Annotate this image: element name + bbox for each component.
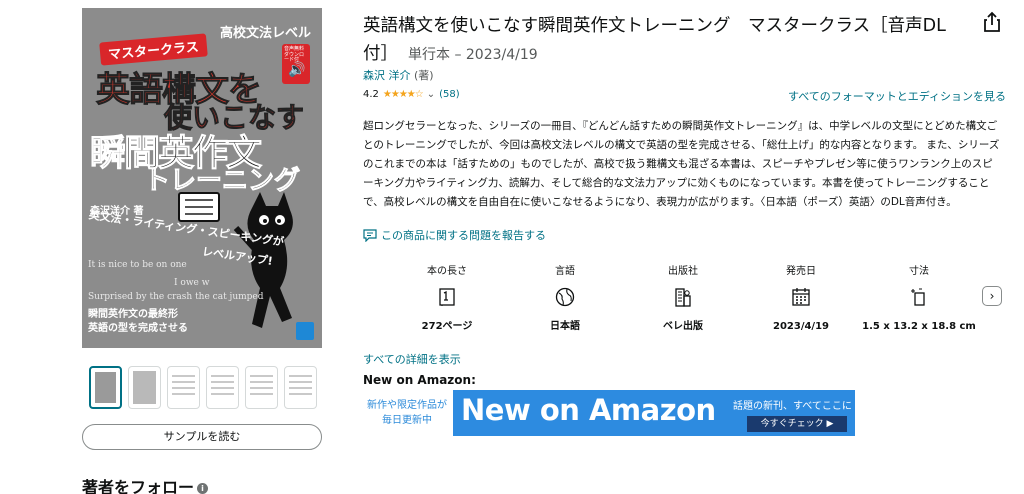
product-description: 超ロングセラーとなった、シリーズの一冊目、『どんどん話すための瞬間英作文トレーニ… bbox=[363, 120, 1000, 208]
read-sample-button[interactable]: サンプルを読む bbox=[82, 424, 322, 450]
detail-value: 日本語 bbox=[550, 321, 580, 332]
new-on-amazon-banner[interactable]: 新作や限定作品が毎日更新中 New on Amazon 話題の新刊、すべてここに… bbox=[363, 390, 855, 436]
detail-print-length: 本の長さ 272ページ bbox=[388, 262, 506, 334]
thumbnail-page[interactable] bbox=[206, 366, 239, 409]
product-details-carousel: 本の長さ 272ページ 言語 日本語 出版社 ベレ出版 発売日 2023/4/1… bbox=[388, 262, 978, 334]
rating-value: 4.2 bbox=[363, 89, 379, 100]
dimensions-icon bbox=[911, 288, 925, 306]
product-title: 英語構文を使いこなす瞬間英作文トレーニング マスタークラス［音声DL付］ 単行本 … bbox=[363, 12, 953, 69]
binding-date: 単行本 – 2023/4/19 bbox=[408, 47, 538, 63]
info-icon[interactable]: i bbox=[197, 483, 209, 494]
detail-language: 言語 日本語 bbox=[506, 262, 624, 334]
thumbnail-strip bbox=[89, 366, 317, 409]
detail-value: ベレ出版 bbox=[663, 321, 703, 332]
rating-line: 4.2 ★★★★☆ ⌄ (58) bbox=[363, 89, 460, 100]
cover-book-illustration bbox=[178, 192, 220, 222]
thumbnail-page[interactable] bbox=[284, 366, 317, 409]
thumbnail-back[interactable] bbox=[128, 366, 161, 409]
report-issue-link[interactable]: この商品に関する問題を報告する bbox=[363, 227, 546, 243]
detail-label: 発売日 bbox=[786, 266, 816, 277]
new-on-amazon-label: New on Amazon: bbox=[363, 373, 476, 387]
banner-headline: New on Amazon bbox=[461, 393, 716, 427]
book-cover-image[interactable]: 高校文法レベル マスタークラス 音声無料ダウンロード付 🔊 英語構文を 使いこな… bbox=[82, 8, 322, 348]
author-line: 森沢 洋介 (著) bbox=[363, 67, 434, 83]
report-icon bbox=[363, 228, 377, 242]
cover-example-sentence: Surprised by the crash the cat jumped bbox=[88, 292, 264, 302]
cover-audio-badge: 音声無料ダウンロード付 🔊 bbox=[282, 44, 310, 84]
detail-label: 寸法 bbox=[909, 266, 929, 277]
thumbnail-page[interactable] bbox=[245, 366, 278, 409]
publisher-logo bbox=[296, 322, 314, 340]
thumbnail-cover[interactable] bbox=[89, 366, 122, 409]
chevron-down-icon[interactable]: ⌄ bbox=[427, 89, 435, 100]
detail-label: 言語 bbox=[555, 266, 575, 277]
see-all-details-link[interactable]: すべての詳細を表示 bbox=[363, 351, 461, 367]
detail-publication-date: 発売日 2023/4/19 bbox=[742, 262, 860, 334]
detail-label: 本の長さ bbox=[427, 266, 467, 277]
carousel-next-button[interactable]: › bbox=[982, 286, 1002, 306]
thumbnail-page[interactable] bbox=[167, 366, 200, 409]
detail-value: 2023/4/19 bbox=[772, 321, 829, 332]
speaker-icon: 🔊 bbox=[288, 62, 306, 78]
calendar-icon bbox=[792, 288, 810, 306]
cover-master-badge: マスタークラス bbox=[99, 33, 208, 66]
author-role: (著) bbox=[414, 69, 434, 82]
detail-publisher: 出版社 ベレ出版 bbox=[624, 262, 742, 334]
cover-level-text: 高校文法レベル bbox=[220, 26, 312, 41]
cover-example-sentence: It is nice to be on one bbox=[88, 260, 187, 270]
banner-cta-button[interactable]: 今すぐチェック ▶ bbox=[747, 416, 847, 432]
author-link[interactable]: 森沢 洋介 bbox=[363, 69, 411, 82]
chevron-right-icon: › bbox=[989, 289, 995, 303]
cover-bottom-line1: 瞬間英作文の最終形 bbox=[88, 309, 178, 320]
cover-bottom-text: 瞬間英作文の最終形 英語の型を完成させる bbox=[88, 308, 188, 336]
all-formats-link[interactable]: すべてのフォーマットとエディションを見る bbox=[788, 88, 1006, 104]
detail-label: 出版社 bbox=[668, 266, 698, 277]
share-icon[interactable] bbox=[980, 10, 1004, 34]
follow-author-label: 著者をフォロー bbox=[82, 478, 195, 494]
report-issue-label: この商品に関する問題を報告する bbox=[381, 229, 546, 242]
cover-bottom-line2: 英語の型を完成させる bbox=[88, 323, 188, 334]
banner-subtext: 話題の新刊、すべてここに bbox=[733, 401, 852, 412]
detail-value: 272ページ bbox=[421, 321, 473, 332]
rating-count-link[interactable]: (58) bbox=[439, 89, 460, 100]
detail-dimensions: 寸法 1.5 x 13.2 x 18.8 cm bbox=[860, 262, 978, 334]
star-rating-icon[interactable]: ★★★★☆ bbox=[383, 89, 424, 100]
globe-icon bbox=[555, 287, 575, 307]
banner-left-text: 新作や限定作品が毎日更新中 bbox=[367, 400, 447, 426]
book-pages-icon bbox=[439, 288, 455, 306]
cover-example-sentence: I owe w bbox=[174, 278, 210, 288]
banner-right-panel: New on Amazon 話題の新刊、すべてここに 今すぐチェック ▶ bbox=[453, 390, 855, 436]
follow-author-heading: 著者をフォロー i bbox=[82, 474, 209, 494]
detail-value: 1.5 x 13.2 x 18.8 cm bbox=[862, 321, 976, 332]
building-icon bbox=[675, 288, 691, 307]
